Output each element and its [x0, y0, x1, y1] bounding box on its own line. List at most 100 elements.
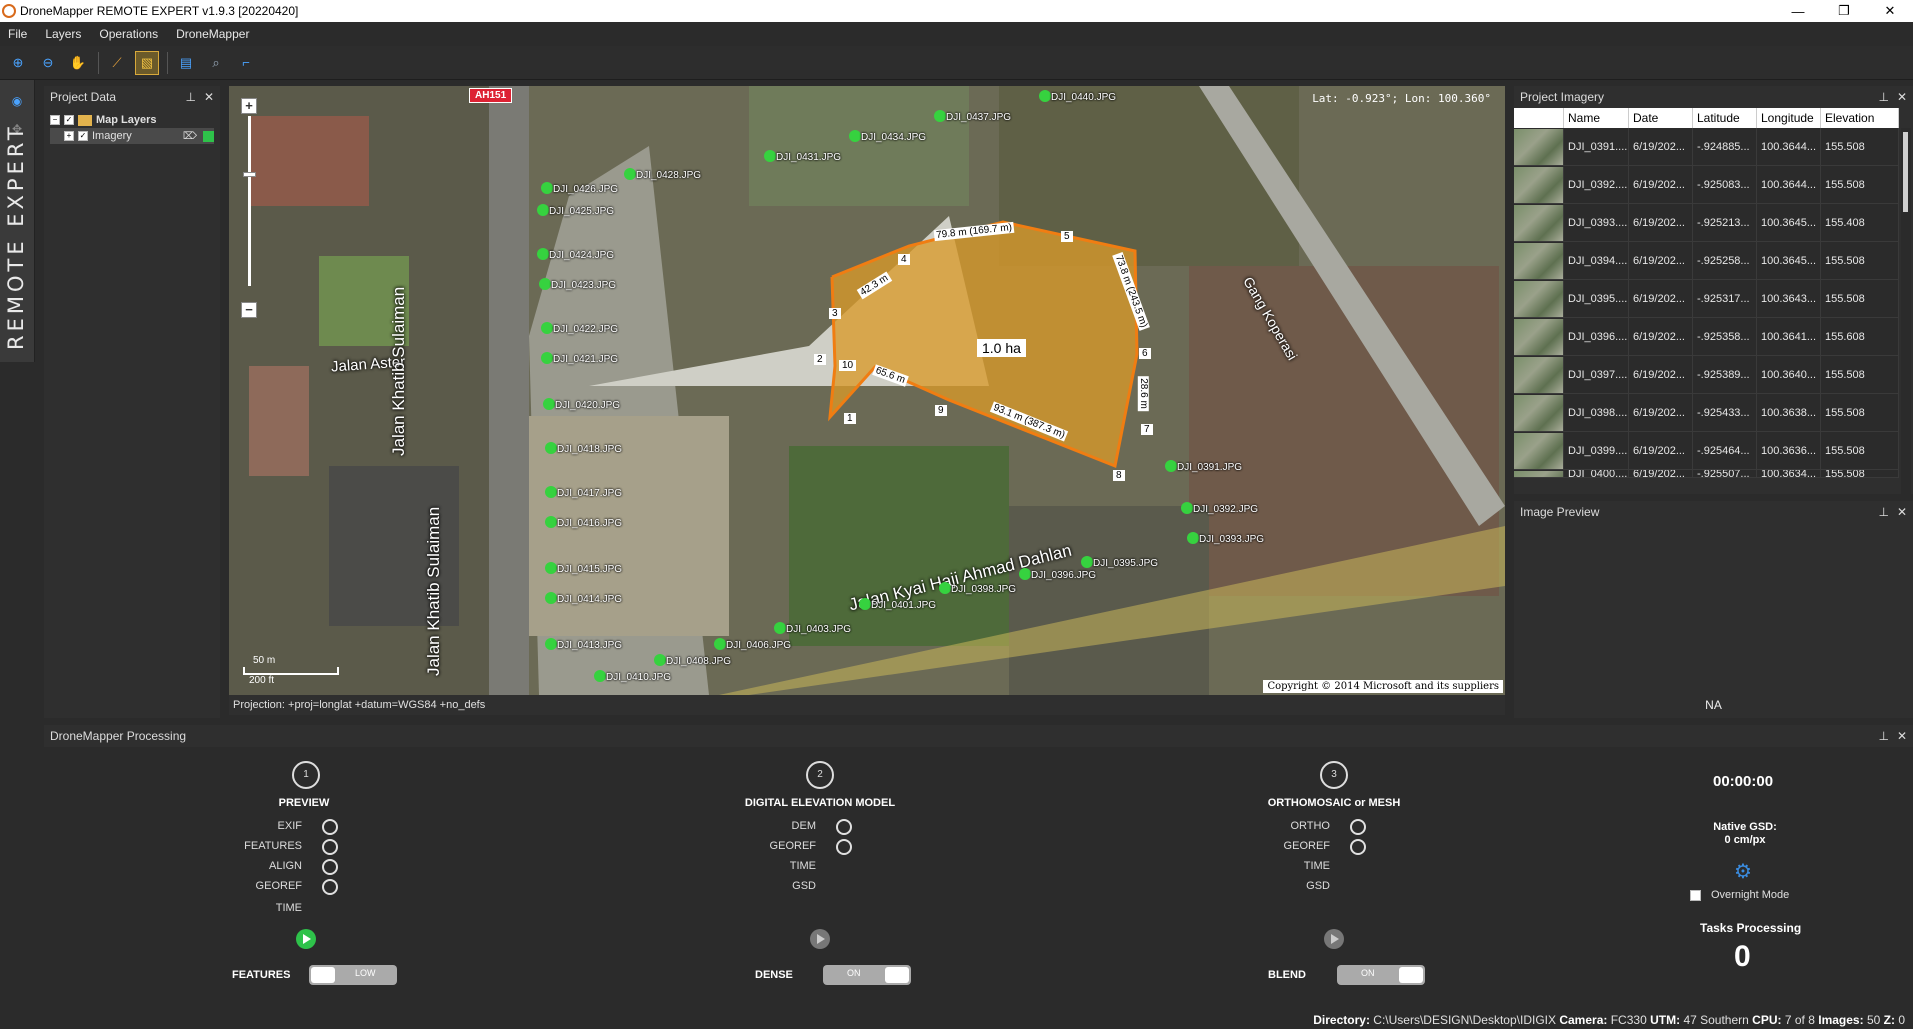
run-preview-button[interactable] — [296, 929, 316, 949]
vertex-label[interactable]: 9 — [935, 405, 947, 416]
column-header[interactable]: Date — [1629, 108, 1693, 128]
imagery-scrollbar[interactable] — [1901, 128, 1911, 494]
layer-color-swatch[interactable] — [203, 130, 214, 142]
vertex-label[interactable]: 1 — [844, 413, 856, 424]
menu-operations[interactable]: Operations — [99, 27, 158, 41]
photo-marker-icon[interactable] — [537, 248, 549, 260]
vertex-label[interactable]: 5 — [1061, 231, 1073, 242]
photo-marker-icon[interactable] — [1181, 502, 1193, 514]
measure-line-button[interactable]: ⟋ — [105, 51, 129, 75]
minimize-button[interactable]: — — [1775, 0, 1821, 22]
menu-dronemapper[interactable]: DroneMapper — [176, 27, 249, 41]
features-level-toggle[interactable]: LOW — [309, 965, 397, 985]
zoom-in-tool-button[interactable]: ⊕ — [6, 51, 30, 75]
pin-icon[interactable]: ⊥ — [1878, 90, 1888, 104]
column-header[interactable]: Longitude — [1757, 108, 1821, 128]
table-row[interactable]: DJI_0400.... 6/19/202... -.925507... 100.36… — [1514, 470, 1899, 478]
close-panel-icon[interactable]: ✕ — [1897, 90, 1907, 104]
photo-marker-icon[interactable] — [545, 442, 557, 454]
maximize-button[interactable]: ❐ — [1821, 0, 1867, 22]
thumbnail-column-header[interactable] — [1514, 108, 1564, 128]
project-data-tab-icon[interactable]: ◉ — [9, 94, 25, 110]
layer-checkbox[interactable]: ✓ — [64, 115, 74, 125]
measure-area-button[interactable]: ▧ — [135, 50, 159, 75]
table-row[interactable]: DJI_0391.... 6/19/202... -.924885... 100.36… — [1514, 128, 1899, 166]
close-panel-icon[interactable]: ✕ — [1897, 729, 1907, 743]
table-row[interactable]: DJI_0396.... 6/19/202... -.925358... 100.36… — [1514, 318, 1899, 356]
column-header[interactable]: Elevation — [1821, 108, 1899, 128]
vertex-label[interactable]: 6 — [1139, 348, 1151, 359]
tag-icon[interactable]: ⌦ — [183, 131, 197, 142]
expand-toggle[interactable]: − — [50, 115, 60, 125]
vertex-label[interactable]: 2 — [814, 354, 826, 365]
run-dem-button[interactable] — [810, 929, 830, 949]
clear-selection-button[interactable]: ⌐ — [234, 51, 258, 75]
photo-marker-icon[interactable] — [537, 204, 549, 216]
layer-checkbox[interactable]: ✓ — [78, 131, 88, 141]
zoom-slider-track[interactable] — [248, 116, 251, 286]
photo-marker-icon[interactable] — [624, 168, 636, 180]
photo-marker-icon[interactable] — [541, 322, 553, 334]
photo-marker-icon[interactable] — [545, 562, 557, 574]
identify-button[interactable]: ▤ — [174, 51, 198, 75]
vertex-label[interactable]: 7 — [1141, 424, 1153, 435]
close-panel-icon[interactable]: ✕ — [1897, 505, 1907, 519]
photo-marker-icon[interactable] — [1187, 532, 1199, 544]
pin-icon[interactable]: ⊥ — [1878, 505, 1888, 519]
table-row[interactable]: DJI_0393.... 6/19/202... -.925213... 100.36… — [1514, 204, 1899, 242]
table-row[interactable]: DJI_0397.... 6/19/202... -.925389... 100.36… — [1514, 356, 1899, 394]
scrollbar-thumb[interactable] — [1903, 132, 1908, 212]
photo-marker-icon[interactable] — [1165, 460, 1177, 472]
table-row[interactable]: DJI_0394.... 6/19/202... -.925258... 100.36… — [1514, 242, 1899, 280]
dense-toggle[interactable]: ON — [823, 965, 911, 985]
table-row[interactable]: DJI_0395.... 6/19/202... -.925317... 100.36… — [1514, 280, 1899, 318]
photo-marker-icon[interactable] — [764, 150, 776, 162]
blend-toggle[interactable]: ON — [1337, 965, 1425, 985]
table-row[interactable]: DJI_0399.... 6/19/202... -.925464... 100.36… — [1514, 432, 1899, 470]
photo-marker-icon[interactable] — [934, 110, 946, 122]
photo-marker-icon[interactable] — [541, 352, 553, 364]
vertex-label[interactable]: 8 — [1113, 470, 1125, 481]
search-map-button[interactable]: ⌕ — [204, 51, 228, 75]
photo-marker-icon[interactable] — [545, 516, 557, 528]
expand-toggle[interactable]: + — [64, 131, 74, 141]
photo-marker-icon[interactable] — [654, 654, 666, 666]
pin-icon[interactable]: ⊥ — [1878, 729, 1888, 743]
photo-marker-icon[interactable] — [539, 278, 551, 290]
zoom-slider-handle[interactable] — [243, 172, 256, 177]
photo-marker-icon[interactable] — [849, 130, 861, 142]
zoom-out-tool-button[interactable]: ⊖ — [36, 51, 60, 75]
tree-node-map-layers[interactable]: − ✓ Map Layers — [50, 112, 214, 128]
close-window-button[interactable]: ✕ — [1867, 0, 1913, 22]
column-header[interactable]: Name — [1564, 108, 1629, 128]
map-zoom-in-button[interactable]: + — [241, 98, 257, 114]
photo-marker-icon[interactable] — [714, 638, 726, 650]
vertex-label[interactable]: 4 — [898, 254, 910, 265]
overnight-mode-option[interactable]: Overnight Mode — [1690, 889, 1789, 901]
column-header[interactable]: Latitude — [1693, 108, 1757, 128]
tree-node-imagery[interactable]: + ✓ Imagery ⌦ — [50, 128, 214, 144]
pan-tool-button[interactable]: ✋ — [66, 51, 90, 75]
photo-marker-icon[interactable] — [541, 182, 553, 194]
menu-file[interactable]: File — [8, 27, 27, 41]
map-view[interactable]: Lat: -0.923°; Lon: 100.360° AH151 + − 50… — [229, 86, 1505, 695]
photo-marker-icon[interactable] — [545, 592, 557, 604]
menu-layers[interactable]: Layers — [45, 27, 81, 41]
pin-icon[interactable]: ⊥ — [185, 90, 195, 104]
photo-marker-icon[interactable] — [774, 622, 786, 634]
overnight-mode-checkbox[interactable] — [1690, 889, 1701, 901]
table-row[interactable]: DJI_0398.... 6/19/202... -.925433... 100.36… — [1514, 394, 1899, 432]
photo-marker-icon[interactable] — [939, 582, 951, 594]
vertex-label[interactable]: 10 — [839, 360, 857, 371]
photo-marker-icon[interactable] — [859, 598, 871, 610]
run-ortho-button[interactable] — [1324, 929, 1344, 949]
photo-marker-icon[interactable] — [594, 670, 606, 682]
vertex-label[interactable]: 3 — [829, 308, 841, 319]
map-zoom-out-button[interactable]: − — [241, 302, 257, 318]
settings-gears-icon[interactable]: ⚙ — [1734, 859, 1752, 884]
photo-marker-icon[interactable] — [1081, 556, 1093, 568]
photo-marker-icon[interactable] — [545, 638, 557, 650]
photo-marker-icon[interactable] — [1039, 90, 1051, 102]
photo-marker-icon[interactable] — [545, 486, 557, 498]
table-row[interactable]: DJI_0392.... 6/19/202... -.925083... 100.36… — [1514, 166, 1899, 204]
